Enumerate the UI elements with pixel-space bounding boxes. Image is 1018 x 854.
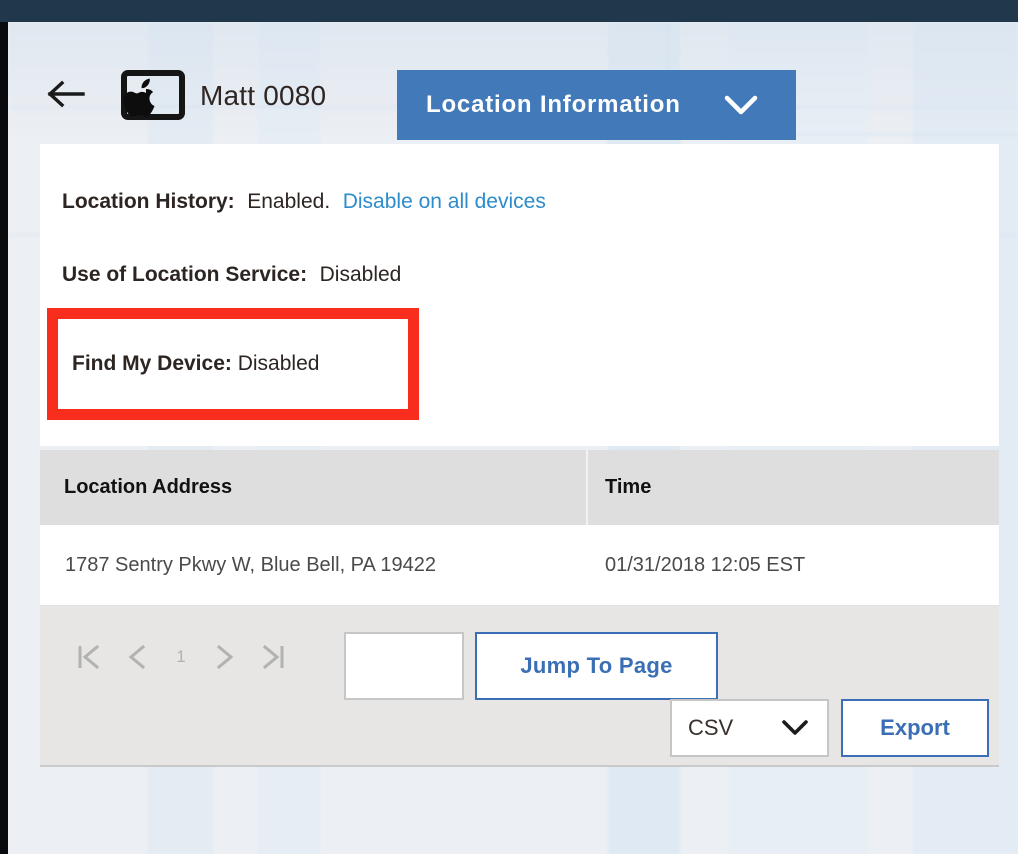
export-button[interactable]: Export [841, 699, 989, 757]
back-button[interactable] [46, 74, 86, 114]
apple-device-icon [110, 68, 192, 138]
section-dropdown-label: Location Information [426, 91, 681, 118]
first-page-icon [78, 644, 100, 670]
last-page-button[interactable] [249, 633, 297, 681]
pagination-controls: 1 [65, 620, 297, 694]
jump-to-page-input[interactable] [344, 632, 464, 700]
first-page-button[interactable] [65, 633, 113, 681]
disable-on-all-devices-link[interactable]: Disable on all devices [343, 190, 546, 213]
find-my-device-label: Find My Device: [72, 352, 232, 375]
chevron-down-icon [724, 94, 758, 116]
chevron-left-icon [128, 644, 146, 670]
table-header-row: Location Address Time [40, 450, 999, 525]
table-body: 1787 Sentry Pkwy W, Blue Bell, PA 19422 … [40, 525, 999, 606]
section-dropdown[interactable]: Location Information [397, 70, 796, 140]
find-my-device-row: Find My Device: Disabled [72, 352, 319, 376]
previous-page-button[interactable] [113, 633, 161, 681]
page-header: Matt 0080 Location Information [8, 22, 1018, 144]
left-rail [0, 22, 8, 854]
column-header-location-address[interactable]: Location Address [40, 450, 588, 525]
top-bar [0, 0, 1018, 22]
info-card: Location History: Enabled. Disable on al… [40, 144, 999, 446]
next-page-button[interactable] [201, 633, 249, 681]
find-my-device-value: Disabled [237, 352, 320, 375]
find-my-device-highlight-box: Find My Device: Disabled [47, 308, 419, 420]
location-history-row: Location History: Enabled. Disable on al… [62, 190, 546, 214]
last-page-icon [262, 644, 284, 670]
jump-to-page-button[interactable]: Jump To Page [475, 632, 718, 700]
cell-location-address: 1787 Sentry Pkwy W, Blue Bell, PA 19422 [65, 553, 436, 576]
chevron-down-icon [781, 719, 809, 737]
arrow-left-icon [47, 80, 85, 108]
cell-time: 01/31/2018 12:05 EST [605, 553, 806, 576]
device-name: Matt 0080 [200, 80, 327, 111]
current-page-number: 1 [176, 647, 186, 666]
location-service-value: Disabled [319, 263, 402, 286]
chevron-right-icon [216, 644, 234, 670]
location-history-value: Enabled. [247, 190, 331, 213]
export-format-value: CSV [688, 715, 734, 740]
export-format-select[interactable]: CSV [670, 699, 829, 757]
location-service-row: Use of Location Service: Disabled [62, 263, 401, 287]
table-row: 1787 Sentry Pkwy W, Blue Bell, PA 19422 … [40, 525, 999, 606]
location-history-label: Location History: [62, 190, 235, 213]
column-header-time[interactable]: Time [588, 450, 999, 525]
location-service-label: Use of Location Service: [62, 263, 308, 286]
